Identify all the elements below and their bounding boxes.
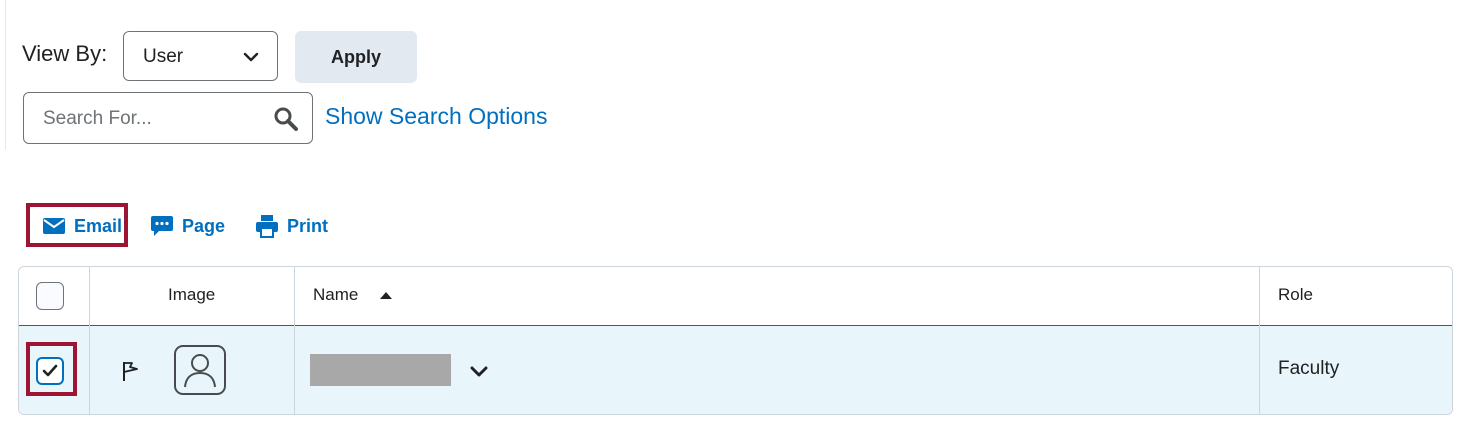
left-divider (5, 0, 6, 150)
table-row[interactable]: Faculty (19, 325, 1452, 414)
checkbox-highlight-box (26, 342, 77, 396)
print-label: Print (287, 215, 329, 236)
apply-button[interactable]: Apply (295, 31, 417, 83)
user-name-redacted (310, 354, 451, 386)
page-label: Page (182, 215, 226, 236)
column-header-name[interactable]: Name (313, 285, 358, 305)
column-divider (1259, 267, 1260, 414)
print-button[interactable]: Print (255, 212, 328, 240)
table-header-row: Image Name Role (19, 267, 1452, 326)
email-label: Email (74, 215, 123, 236)
search-input[interactable]: Search For... (23, 92, 313, 144)
column-divider (89, 267, 90, 414)
select-all-checkbox[interactable] (36, 282, 64, 310)
user-role: Faculty (1278, 358, 1340, 379)
context-menu-chevron-icon[interactable] (470, 366, 488, 378)
user-table: Image Name Role Faculty (18, 266, 1453, 415)
view-by-select[interactable]: User (123, 31, 278, 81)
printer-icon (256, 215, 278, 238)
page-button[interactable]: Page (150, 212, 225, 240)
column-divider (294, 267, 295, 414)
column-header-role[interactable]: Role (1278, 285, 1313, 305)
search-placeholder: Search For... (43, 108, 152, 129)
view-by-label: View By: (22, 41, 108, 66)
flag-icon[interactable] (122, 360, 140, 382)
user-avatar-icon (174, 345, 226, 395)
sort-ascending-icon[interactable] (380, 291, 392, 299)
chevron-down-icon (243, 52, 259, 62)
column-header-image[interactable]: Image (168, 285, 215, 305)
show-search-options-link[interactable]: Show Search Options (325, 103, 547, 130)
email-button[interactable]: Email (42, 212, 122, 240)
chat-bubble-icon (151, 216, 173, 236)
envelope-icon (43, 218, 65, 234)
view-by-selected-value: User (143, 46, 184, 67)
search-icon[interactable] (273, 106, 299, 132)
